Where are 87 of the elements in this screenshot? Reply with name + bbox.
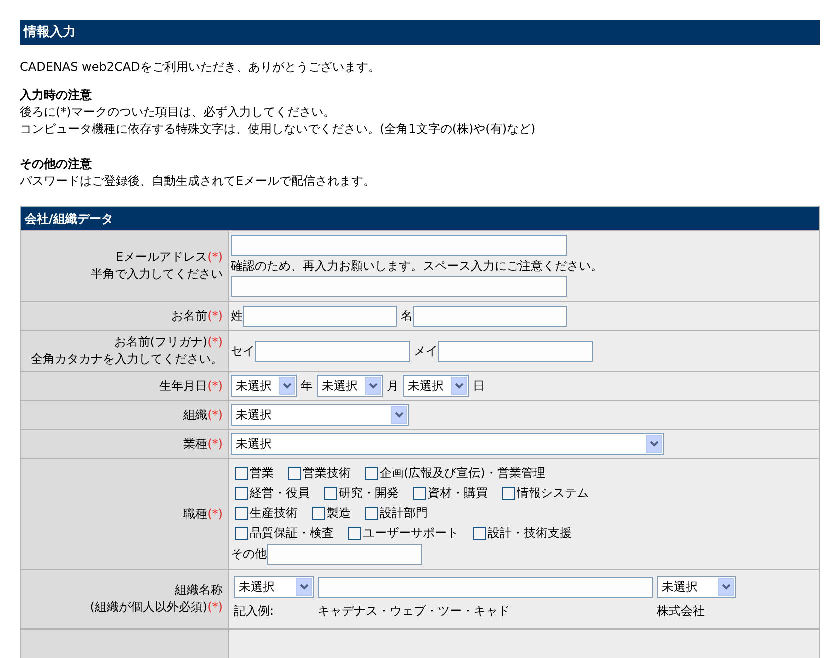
text-field[interactable] (243, 306, 397, 326)
unit-label: 日 (473, 378, 485, 395)
field-label: (組織が個人以外必須) (90, 599, 208, 616)
checkbox-label: 資材・購買 (428, 485, 488, 502)
required-mark: (*) (208, 436, 223, 452)
checkbox-label: 設計部門 (380, 505, 428, 522)
checkbox-label: 企画(広報及び宣伝)・営業管理 (380, 465, 546, 482)
field-label: セイ (231, 343, 255, 360)
required-mark: (*) (208, 378, 223, 394)
checkbox[interactable] (324, 486, 337, 500)
intro-text: CADENAS web2CADをご利用いただき、ありがとうございます。 (20, 59, 382, 75)
checkbox-label: 生産技術 (250, 505, 298, 522)
checkbox[interactable] (312, 506, 325, 520)
note-text: パスワードはご登録後、自動生成されてEメールで配信されます。 (20, 173, 377, 190)
field-label: 組織 (184, 406, 208, 424)
text-field[interactable] (318, 576, 653, 598)
note-heading: その他の注意 (20, 156, 93, 173)
field-label: 職種 (184, 506, 208, 522)
field-label: メイ (414, 343, 438, 360)
text-field[interactable] (267, 544, 422, 564)
text-field[interactable] (255, 340, 410, 362)
required-mark: (*) (208, 334, 223, 351)
field-label: お名前 (172, 308, 208, 324)
dropdown[interactable]: 未選択 (403, 375, 469, 397)
field-label: 半角で入力してください (91, 266, 223, 283)
checkbox-label: 研究・開発 (339, 485, 399, 502)
dropdown[interactable]: 未選択 (657, 576, 736, 598)
section-header: 会社/組織データ (21, 207, 819, 230)
page-header: 情報入力 (20, 20, 820, 45)
field-label: 名 (401, 308, 413, 325)
checkbox-label: ユーザーサポート (363, 525, 459, 542)
checkbox[interactable] (235, 506, 248, 520)
text-field[interactable] (231, 235, 567, 256)
checkbox[interactable] (473, 526, 486, 540)
dropdown[interactable]: 未選択 (234, 576, 314, 598)
checkbox[interactable] (235, 466, 248, 480)
unit-label: 年 (301, 378, 313, 395)
example-label: 記入例: (234, 603, 276, 620)
checkbox-label: 品質保証・検査 (250, 525, 334, 542)
required-mark: (*) (208, 406, 223, 424)
chevron-down-icon (451, 377, 467, 395)
checkbox[interactable] (502, 486, 515, 500)
dropdown[interactable]: 未選択 (317, 375, 383, 397)
checkbox-label: 営業 (250, 465, 274, 482)
chevron-down-icon (391, 406, 407, 424)
example-text: キャデナス・ウェブ・ツー・キャド (318, 603, 511, 620)
checkbox[interactable] (413, 486, 426, 500)
chevron-down-icon (279, 377, 295, 395)
chevron-down-icon (646, 435, 662, 453)
chevron-down-icon (718, 578, 734, 596)
required-mark: (*) (208, 506, 223, 522)
checkbox[interactable] (235, 486, 248, 500)
field-label: その他 (231, 546, 267, 563)
checkbox-label: 営業技術 (303, 465, 351, 482)
field-label: お名前(フリガナ) (114, 334, 208, 351)
example-text: 株式会社 (657, 603, 705, 620)
checkbox-label: 製造 (327, 505, 351, 522)
chevron-down-icon (365, 377, 381, 395)
unit-label: 月 (387, 378, 399, 395)
required-mark: (*) (208, 308, 223, 324)
dropdown[interactable]: 未選択 (231, 375, 297, 397)
checkbox[interactable] (348, 526, 361, 540)
text-field[interactable] (438, 340, 593, 362)
field-label: 全角カタカナを入力してください。 (31, 351, 223, 368)
required-mark: (*) (208, 249, 223, 266)
field-label: Eメールアドレス (116, 249, 208, 266)
note-text: コンピュータ機種に依存する特殊文字は、使用しないでください。(全角1文字の(株)や(有)など) (20, 121, 537, 138)
field-label: 業種 (184, 436, 208, 452)
chevron-down-icon (296, 578, 312, 596)
checkbox[interactable] (365, 506, 378, 520)
hint-text: 確認のため、再入力お願いします。スペース入力にご注意ください。 (231, 258, 603, 274)
checkbox-label: 設計・技術支援 (488, 525, 572, 542)
dropdown[interactable]: 未選択 (231, 404, 409, 426)
text-field[interactable] (413, 306, 567, 326)
checkbox[interactable] (235, 526, 248, 540)
note-heading: 入力時の注意 (20, 87, 93, 104)
field-label: 姓 (231, 308, 243, 325)
checkbox-label: 情報システム (517, 485, 589, 502)
field-label: 生年月日 (160, 378, 208, 394)
required-mark: (*) (208, 599, 223, 616)
dropdown[interactable]: 未選択 (231, 433, 664, 455)
note-text: 後ろに(*)マークのついた項目は、必ず入力してください。 (20, 104, 336, 121)
checkbox-label: 経営・役員 (250, 485, 310, 502)
field-label: 組織名称 (175, 582, 223, 599)
checkbox[interactable] (288, 466, 301, 480)
checkbox[interactable] (365, 466, 378, 480)
text-field[interactable] (231, 276, 567, 297)
